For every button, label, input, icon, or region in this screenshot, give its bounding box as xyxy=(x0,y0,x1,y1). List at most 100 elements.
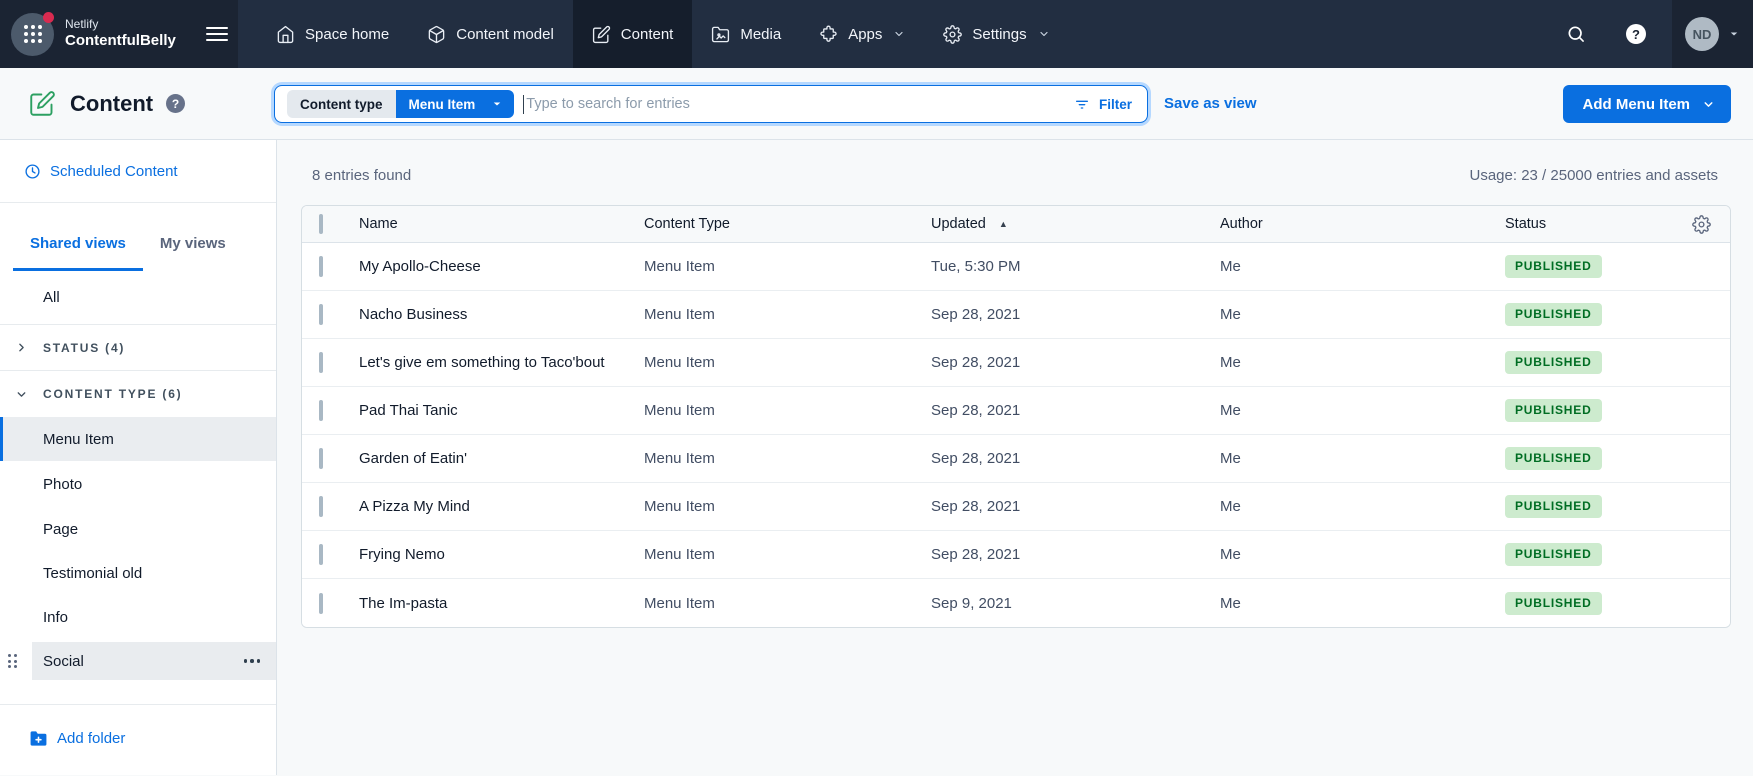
entry-author: Me xyxy=(1220,595,1505,612)
table-row[interactable]: Garden of Eatin' Menu Item Sep 28, 2021 … xyxy=(302,435,1730,483)
filter-label: Filter xyxy=(1099,97,1132,112)
entry-author: Me xyxy=(1220,354,1505,371)
select-all-checkbox[interactable] xyxy=(319,214,323,234)
status-badge: PUBLISHED xyxy=(1505,399,1602,422)
page-help-button[interactable]: ? xyxy=(166,94,185,113)
entry-updated: Sep 28, 2021 xyxy=(931,498,1220,515)
table-row[interactable]: The Im-pasta Menu Item Sep 9, 2021 Me PU… xyxy=(302,579,1730,627)
entry-updated: Sep 28, 2021 xyxy=(931,546,1220,563)
entry-content-type: Menu Item xyxy=(644,402,931,419)
status-badge: PUBLISHED xyxy=(1505,592,1602,615)
row-checkbox[interactable] xyxy=(319,496,323,517)
clock-icon xyxy=(24,163,41,180)
entry-content-type: Menu Item xyxy=(644,450,931,467)
search-input[interactable] xyxy=(524,96,1062,112)
filter-button[interactable]: Filter xyxy=(1062,96,1144,112)
sort-ascending-icon: ▲ xyxy=(999,219,1008,229)
nav-item-label: Settings xyxy=(972,26,1026,43)
table-row[interactable]: Frying Nemo Menu Item Sep 28, 2021 Me PU… xyxy=(302,531,1730,579)
row-checkbox[interactable] xyxy=(319,593,323,614)
nav-item-label: Content model xyxy=(456,26,554,43)
entry-content-type: Menu Item xyxy=(644,306,931,323)
entry-updated: Sep 28, 2021 xyxy=(931,306,1220,323)
add-folder-button[interactable]: Add folder xyxy=(0,729,276,748)
row-checkbox[interactable] xyxy=(319,544,323,565)
app-switcher-button[interactable] xyxy=(11,13,54,56)
status-badge: PUBLISHED xyxy=(1505,303,1602,326)
entry-author: Me xyxy=(1220,498,1505,515)
gear-icon xyxy=(1692,215,1711,234)
table-row[interactable]: Let's give em something to Taco'bout Men… xyxy=(302,339,1730,387)
section-content-type-label: CONTENT TYPE (6) xyxy=(43,387,182,401)
table-row[interactable]: Pad Thai Tanic Menu Item Sep 28, 2021 Me… xyxy=(302,387,1730,435)
entry-content-type: Menu Item xyxy=(644,258,931,275)
account-menu-button[interactable]: ND xyxy=(1672,0,1753,68)
entry-updated: Sep 9, 2021 xyxy=(931,595,1220,612)
hamburger-menu-button[interactable] xyxy=(206,27,228,41)
view-item-testimonial-old[interactable]: Testimonial old xyxy=(0,551,276,595)
status-badge: PUBLISHED xyxy=(1505,255,1602,278)
section-content-type[interactable]: CONTENT TYPE (6) xyxy=(0,371,276,417)
entry-updated: Sep 28, 2021 xyxy=(931,402,1220,419)
more-options-button[interactable] xyxy=(244,653,261,669)
row-checkbox[interactable] xyxy=(319,256,323,277)
column-header-updated[interactable]: Updated ▲ xyxy=(931,216,1220,232)
media-icon xyxy=(711,25,730,44)
nav-item-apps[interactable]: Apps xyxy=(800,0,924,68)
search-button[interactable] xyxy=(1566,24,1586,44)
nav-item-content[interactable]: Content xyxy=(573,0,693,68)
page-header: Content ? Content type Menu Item Filter … xyxy=(0,68,1753,140)
nav-items: Space home Content model Content Media A… xyxy=(257,0,1069,68)
view-item-all[interactable]: All xyxy=(0,271,276,325)
entry-name: Pad Thai Tanic xyxy=(359,402,644,419)
nav-item-settings[interactable]: Settings xyxy=(924,0,1068,68)
row-checkbox[interactable] xyxy=(319,448,323,469)
add-menu-item-button[interactable]: Add Menu Item xyxy=(1563,85,1732,123)
content-page-icon xyxy=(29,90,56,117)
help-button[interactable]: ? xyxy=(1626,24,1646,44)
add-button-label: Add Menu Item xyxy=(1583,96,1691,113)
row-checkbox[interactable] xyxy=(319,304,323,325)
tab-my-views[interactable]: My views xyxy=(143,229,243,271)
entry-name: The Im-pasta xyxy=(359,595,644,612)
table-row[interactable]: My Apollo-Cheese Menu Item Tue, 5:30 PM … xyxy=(302,243,1730,291)
content-type-filter-pill[interactable]: Content type Menu Item xyxy=(287,90,514,118)
table-row[interactable]: Nacho Business Menu Item Sep 28, 2021 Me… xyxy=(302,291,1730,339)
entry-author: Me xyxy=(1220,306,1505,323)
scheduled-content-link[interactable]: Scheduled Content xyxy=(0,140,276,203)
view-item-photo[interactable]: Photo xyxy=(0,461,276,507)
view-item-menu-item[interactable]: Menu Item xyxy=(0,417,276,461)
save-as-view-link[interactable]: Save as view xyxy=(1164,68,1257,139)
tab-shared-views[interactable]: Shared views xyxy=(13,229,143,271)
table-settings-button[interactable] xyxy=(1674,215,1730,234)
nav-item-media[interactable]: Media xyxy=(692,0,800,68)
entry-updated: Tue, 5:30 PM xyxy=(931,258,1220,275)
view-item-info[interactable]: Info xyxy=(0,595,276,639)
section-status[interactable]: STATUS (4) xyxy=(0,325,276,371)
table-row[interactable]: A Pizza My Mind Menu Item Sep 28, 2021 M… xyxy=(302,483,1730,531)
apps-grid-icon xyxy=(24,25,42,43)
usage-info: Usage: 23 / 25000 entries and assets xyxy=(1470,167,1719,184)
row-checkbox[interactable] xyxy=(319,352,323,373)
view-item-social[interactable]: Social xyxy=(32,642,276,680)
entries-main: 8 entries found Usage: 23 / 25000 entrie… xyxy=(277,140,1753,775)
row-checkbox[interactable] xyxy=(319,400,323,421)
status-badge: PUBLISHED xyxy=(1505,543,1602,566)
chevron-down-icon xyxy=(1728,28,1740,40)
nav-item-content-model[interactable]: Content model xyxy=(408,0,573,68)
entry-author: Me xyxy=(1220,258,1505,275)
filter-pill-value[interactable]: Menu Item xyxy=(396,90,515,118)
add-folder-label: Add folder xyxy=(57,730,125,747)
page-title: Content xyxy=(70,91,153,117)
nav-item-space-home[interactable]: Space home xyxy=(257,0,408,68)
view-item-label: Social xyxy=(43,653,84,670)
drag-handle-icon[interactable] xyxy=(8,654,17,668)
column-header-name: Name xyxy=(359,216,644,232)
view-item-page[interactable]: Page xyxy=(0,507,276,551)
filter-pill-label: Content type xyxy=(287,90,396,118)
chevron-right-icon xyxy=(15,341,28,354)
status-badge: PUBLISHED xyxy=(1505,447,1602,470)
nav-utility-icons: ? xyxy=(1566,0,1646,68)
space-identity: Netlify ContentfulBelly xyxy=(65,17,202,50)
entry-name: My Apollo-Cheese xyxy=(359,258,644,275)
